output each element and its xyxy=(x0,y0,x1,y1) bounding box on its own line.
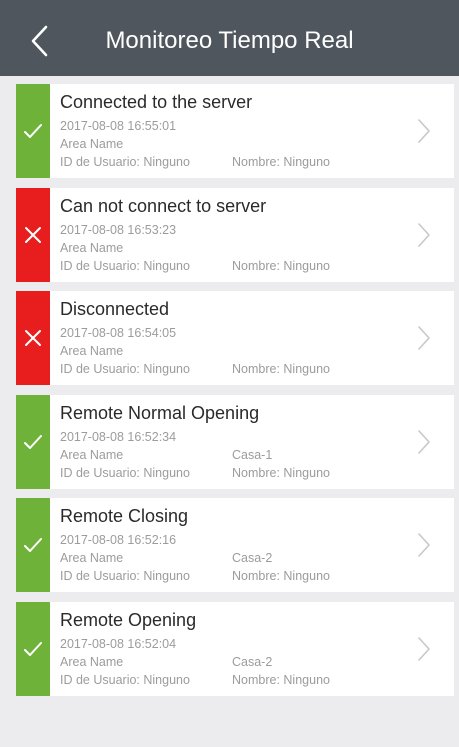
area-label: Area Name xyxy=(60,447,124,462)
chevron-right-icon xyxy=(416,531,432,559)
chevron-right-icon xyxy=(416,428,432,456)
area-value: Casa-2 xyxy=(232,654,273,669)
event-card[interactable]: Remote Opening 2017-08-08 16:52:04 Area … xyxy=(16,601,454,696)
area-label: Area Name xyxy=(60,551,124,566)
area-value: Casa-1 xyxy=(232,447,273,462)
event-title: Remote Normal Opening xyxy=(60,402,260,423)
event-title: Disconnected xyxy=(60,299,170,320)
user-name: Nombre: Ninguno xyxy=(232,362,330,377)
check-icon xyxy=(24,124,42,138)
event-title: Remote Opening xyxy=(60,609,197,630)
status-indicator xyxy=(16,84,50,178)
event-list: Connected to the server 2017-08-08 16:55… xyxy=(16,84,454,706)
area-value: Casa-2 xyxy=(232,551,273,566)
user-id: ID de Usuario: Ninguno xyxy=(60,465,190,480)
chevron-right-icon xyxy=(416,635,432,663)
event-card[interactable]: Can not connect to server 2017-08-08 16:… xyxy=(16,187,454,282)
event-card[interactable]: Remote Normal Opening 2017-08-08 16:52:3… xyxy=(16,394,454,489)
user-name: Nombre: Ninguno xyxy=(232,155,330,169)
user-id: ID de Usuario: Ninguno xyxy=(60,569,190,584)
event-timestamp: 2017-08-08 16:52:16 xyxy=(60,533,177,548)
x-icon xyxy=(25,330,41,347)
user-id: ID de Usuario: Ninguno xyxy=(60,672,190,687)
area-label: Area Name xyxy=(60,240,124,255)
check-icon xyxy=(24,641,42,656)
event-title: Remote Closing xyxy=(60,506,189,527)
event-timestamp: 2017-08-08 16:53:23 xyxy=(60,222,177,237)
user-name: Nombre: Ninguno xyxy=(232,465,330,480)
status-indicator xyxy=(16,394,50,489)
event-timestamp: 2017-08-08 16:55:01 xyxy=(60,119,177,133)
status-indicator xyxy=(16,601,50,696)
event-card[interactable]: Connected to the server 2017-08-08 16:55… xyxy=(16,84,454,178)
area-label: Area Name xyxy=(60,344,124,359)
status-indicator xyxy=(16,187,50,282)
page-title: Monitoreo Tiempo Real xyxy=(105,27,354,54)
check-icon xyxy=(24,538,42,553)
chevron-right-icon xyxy=(416,324,432,352)
event-title: Connected to the server xyxy=(60,92,253,112)
event-timestamp: 2017-08-08 16:54:05 xyxy=(60,326,177,341)
area-label: Area Name xyxy=(60,654,124,669)
user-name: Nombre: Ninguno xyxy=(232,258,330,273)
user-id: ID de Usuario: Ninguno xyxy=(60,258,190,273)
user-name: Nombre: Ninguno xyxy=(232,569,330,584)
check-icon xyxy=(24,434,42,449)
event-timestamp: 2017-08-08 16:52:04 xyxy=(60,636,177,651)
event-card[interactable]: Disconnected 2017-08-08 16:54:05 Area Na… xyxy=(16,291,454,386)
area-label: Area Name xyxy=(60,137,124,151)
event-title: Can not connect to server xyxy=(60,195,267,216)
status-indicator xyxy=(16,291,50,386)
event-timestamp: 2017-08-08 16:52:34 xyxy=(60,429,177,444)
x-icon xyxy=(25,226,41,243)
chevron-right-icon xyxy=(416,221,432,249)
user-name: Nombre: Ninguno xyxy=(232,672,330,687)
user-id: ID de Usuario: Ninguno xyxy=(60,362,190,377)
status-indicator xyxy=(16,498,50,593)
event-card[interactable]: Remote Closing 2017-08-08 16:52:16 Area … xyxy=(16,498,454,593)
user-id: ID de Usuario: Ninguno xyxy=(60,155,190,169)
chevron-right-icon xyxy=(416,117,432,145)
app-header: Monitoreo Tiempo Real xyxy=(0,0,459,76)
